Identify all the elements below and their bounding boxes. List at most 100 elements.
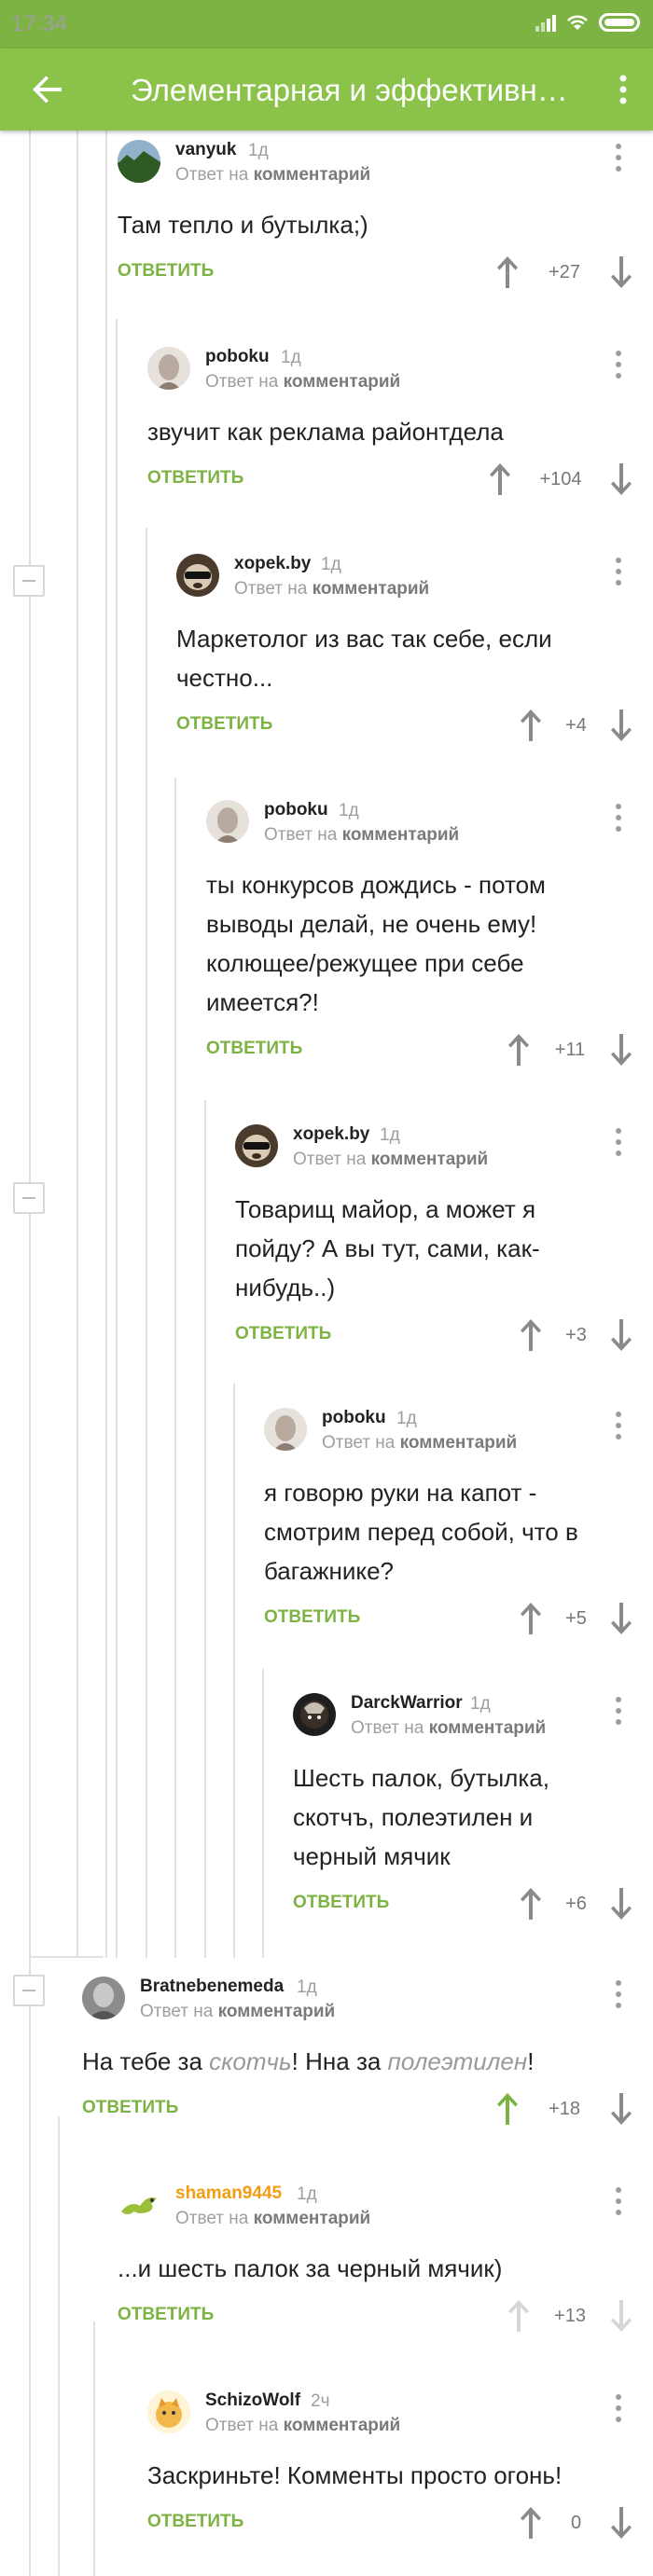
reply-to[interactable]: Ответ на комментарий	[264, 825, 459, 846]
downvote-icon[interactable]	[608, 2090, 634, 2128]
status-time: 17:34	[11, 11, 68, 36]
reply-to[interactable]: Ответ на комментарий	[140, 2002, 335, 2022]
downvote-icon[interactable]	[608, 1316, 634, 1354]
downvote-icon[interactable]	[608, 1031, 634, 1068]
comment-author[interactable]: vanyuk	[175, 140, 236, 160]
reply-button[interactable]: ОТВЕТИТЬ	[235, 1324, 331, 1344]
thread-line	[262, 1669, 264, 1958]
downvote-icon[interactable]	[608, 1600, 634, 1637]
downvote-icon[interactable]	[608, 2297, 634, 2335]
reply-to[interactable]: Ответ на комментарий	[234, 579, 429, 599]
reply-button[interactable]: ОТВЕТИТЬ	[147, 468, 243, 489]
comment-score: +18	[549, 2099, 580, 2119]
comment-score: +27	[549, 262, 580, 282]
thread-line	[93, 2321, 95, 2576]
comment-text: Шесть палок, бутылка, скотчъ, полеэтилен…	[293, 1764, 549, 1870]
downvote-icon[interactable]	[608, 461, 634, 498]
reply-button[interactable]: ОТВЕТИТЬ	[147, 2512, 243, 2532]
comment-author[interactable]: SchizoWolf	[205, 2390, 300, 2411]
comment-text: ты конкурсов дождись - потом выводы дела…	[206, 871, 546, 1016]
upvote-icon[interactable]	[487, 461, 513, 498]
back-arrow-icon[interactable]	[28, 69, 69, 110]
comment-time: 2ч	[311, 2391, 330, 2411]
reply-to[interactable]: Ответ на комментарий	[351, 1718, 546, 1739]
comment-menu-icon[interactable]	[614, 804, 623, 835]
reply-to[interactable]: Ответ на комментарий	[322, 1433, 517, 1453]
avatar[interactable]	[82, 1977, 125, 2019]
reply-button[interactable]: ОТВЕТИТЬ	[82, 2098, 178, 2118]
reply-button[interactable]: ОТВЕТИТЬ	[118, 261, 214, 282]
avatar[interactable]	[147, 347, 190, 390]
comment-author[interactable]: xopek.by	[234, 554, 311, 574]
reply-to[interactable]: Ответ на комментарий	[205, 2416, 400, 2436]
comment: vanyuk 1д Ответ на комментарий Там тепло…	[118, 140, 653, 289]
collapse-thread-button[interactable]	[13, 565, 45, 597]
upvote-icon[interactable]	[506, 2297, 532, 2335]
comment-text: Заскриньте! Комменты просто огонь!	[147, 2461, 563, 2489]
upvote-icon[interactable]	[518, 1600, 544, 1637]
comment-time: 1д	[281, 348, 301, 367]
avatar[interactable]	[264, 1408, 307, 1451]
comment-menu-icon[interactable]	[614, 1980, 623, 2012]
reply-button[interactable]: ОТВЕТИТЬ	[118, 2305, 214, 2325]
avatar[interactable]	[176, 554, 219, 597]
comment-score: +3	[565, 1325, 587, 1345]
reply-to[interactable]: Ответ на комментарий	[175, 2209, 370, 2229]
reply-button[interactable]: ОТВЕТИТЬ	[206, 1039, 302, 1059]
comment-text: я говорю руки на капот - смотрим перед с…	[264, 1479, 578, 1585]
reply-button[interactable]: ОТВЕТИТЬ	[293, 1893, 389, 1913]
upvote-icon[interactable]	[506, 1031, 532, 1068]
comment-author[interactable]: xopek.by	[293, 1124, 369, 1145]
comment-time: 1д	[339, 801, 359, 820]
comment-score: +13	[554, 2306, 586, 2326]
comment: shaman9445 1д Ответ на комментарий ...и …	[118, 2183, 653, 2333]
vote-controls: +6	[518, 1885, 634, 1922]
comment-menu-icon[interactable]	[614, 1128, 623, 1160]
downvote-icon[interactable]	[608, 254, 634, 291]
reply-to[interactable]: Ответ на комментарий	[175, 165, 370, 186]
avatar[interactable]	[118, 2183, 160, 2226]
upvote-icon[interactable]	[494, 2090, 521, 2128]
comment-menu-icon[interactable]	[614, 558, 623, 589]
reply-button[interactable]: ОТВЕТИТЬ	[264, 1607, 360, 1628]
avatar[interactable]	[235, 1124, 278, 1167]
comment-menu-icon[interactable]	[614, 144, 623, 175]
comment: poboku 1д Ответ на комментарий ты конкур…	[206, 800, 653, 1080]
reply-to[interactable]: Ответ на комментарий	[293, 1150, 488, 1170]
comment-menu-icon[interactable]	[614, 1697, 623, 1729]
comment-time: 1д	[297, 1977, 317, 1997]
comment-author[interactable]: shaman9445	[175, 2183, 282, 2204]
comment-author[interactable]: poboku	[205, 347, 270, 367]
comment-author[interactable]: poboku	[322, 1408, 386, 1428]
comment-menu-icon[interactable]	[614, 1412, 623, 1443]
downvote-icon[interactable]	[608, 2504, 634, 2542]
downvote-icon[interactable]	[608, 707, 634, 744]
comment-time: 1д	[321, 555, 341, 574]
thread-line	[76, 131, 78, 1958]
comment-text: На тебе за скотчь! Нна за полеэтилен!	[82, 2047, 535, 2075]
avatar[interactable]	[147, 2390, 190, 2433]
avatar[interactable]	[118, 140, 160, 183]
more-vert-icon[interactable]	[612, 71, 634, 108]
comment: Bratnebenemeda 1д Ответ на комментарий Н…	[82, 1977, 653, 2135]
downvote-icon[interactable]	[608, 1885, 634, 1922]
collapse-thread-button[interactable]	[13, 1975, 45, 2006]
upvote-icon[interactable]	[494, 254, 521, 291]
comment-menu-icon[interactable]	[614, 2394, 623, 2426]
comment-author[interactable]: Bratnebenemeda	[140, 1977, 284, 1997]
comment: SchizoWolf 2ч Ответ на комментарий Заскр…	[147, 2390, 653, 2549]
comment-menu-icon[interactable]	[614, 351, 623, 382]
comment-author[interactable]: DarckWarrior	[351, 1693, 463, 1714]
upvote-icon[interactable]	[518, 2504, 544, 2542]
comment-menu-icon[interactable]	[614, 2187, 623, 2219]
comment-time: 1д	[396, 1409, 417, 1428]
avatar[interactable]	[293, 1693, 336, 1736]
upvote-icon[interactable]	[518, 1316, 544, 1354]
reply-button[interactable]: ОТВЕТИТЬ	[176, 714, 272, 735]
collapse-thread-button[interactable]	[13, 1182, 45, 1214]
comment-author[interactable]: poboku	[264, 800, 328, 820]
upvote-icon[interactable]	[518, 1885, 544, 1922]
upvote-icon[interactable]	[518, 707, 544, 744]
reply-to[interactable]: Ответ на комментарий	[205, 372, 400, 393]
avatar[interactable]	[206, 800, 249, 843]
